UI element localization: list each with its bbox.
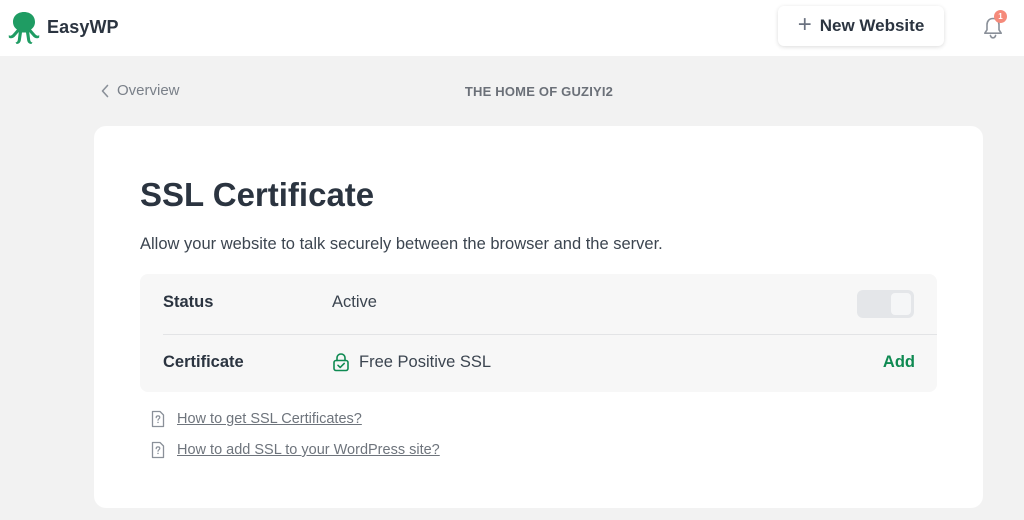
document-question-icon (151, 441, 165, 459)
add-certificate-link[interactable]: Add (883, 353, 915, 372)
document-question-icon (151, 410, 165, 428)
easywp-logo[interactable]: EasyWP (8, 10, 119, 44)
octopus-logo-icon (8, 12, 40, 44)
help-link-label: How to add SSL to your WordPress site? (177, 442, 440, 458)
site-title: THE HOME OF GUZIYI2 (464, 84, 614, 99)
certificate-value: Free Positive SSL (332, 352, 491, 372)
page-title: SSL Certificate (140, 176, 375, 213)
status-value: Active (332, 293, 377, 311)
ssl-status-toggle[interactable] (857, 290, 914, 318)
row-divider (163, 334, 937, 335)
plus-icon: + (797, 11, 812, 38)
help-link-label: How to get SSL Certificates? (177, 411, 362, 427)
lock-check-icon (333, 353, 349, 372)
help-link-add-ssl-wordpress[interactable]: How to add SSL to your WordPress site? (151, 441, 440, 459)
page-description: Allow your website to talk securely betw… (140, 235, 663, 253)
new-website-button[interactable]: + New Website (778, 6, 944, 46)
notification-badge: 1 (994, 10, 1007, 23)
ssl-settings-table: Status Active Certificate Free Positive … (140, 274, 937, 392)
status-label: Status (163, 293, 214, 311)
notifications-button[interactable]: 1 (982, 10, 1007, 39)
toggle-knob (891, 293, 911, 315)
new-website-label: New Website (819, 16, 925, 35)
ssl-certificate-card: SSL Certificate Allow your website to ta… (94, 126, 983, 508)
certificate-label: Certificate (163, 353, 244, 371)
top-bar: EasyWP + New Website 1 (0, 0, 1024, 56)
brand-name: EasyWP (47, 16, 119, 37)
help-link-get-ssl[interactable]: How to get SSL Certificates? (151, 410, 362, 428)
certificate-name: Free Positive SSL (359, 352, 492, 371)
